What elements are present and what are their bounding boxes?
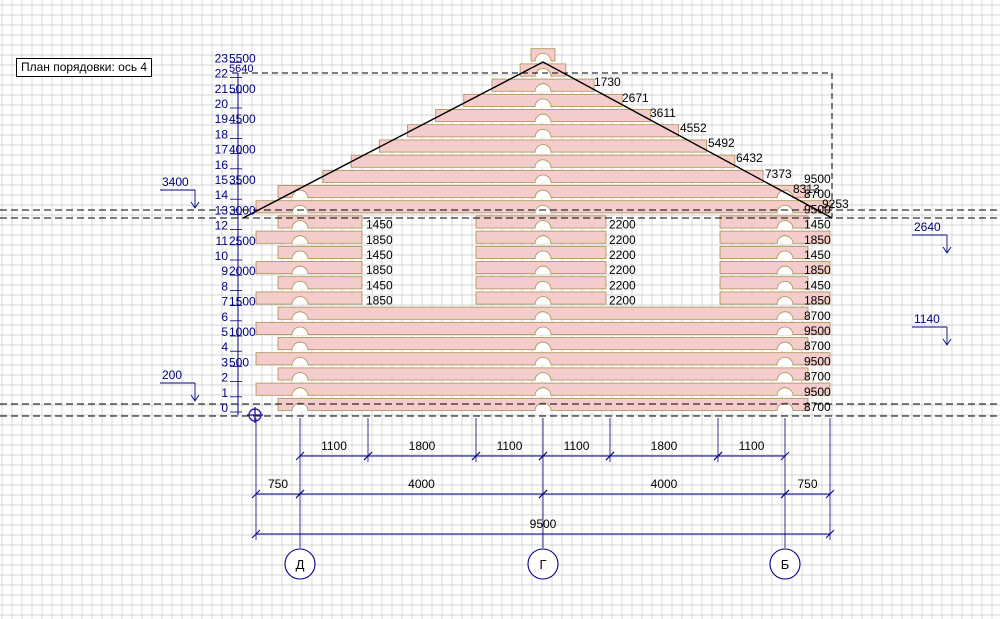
drawing-title: План порядовки: ось 4 [16, 58, 153, 77]
middle-length-label: 2200 [609, 263, 636, 277]
level-1140-label: 1140 [914, 312, 940, 326]
dim-row2-label: 4000 [408, 477, 435, 491]
row-number: 6 [221, 310, 228, 324]
roof-length-label: 4552 [680, 121, 707, 135]
dim-row1-label: 1800 [409, 439, 436, 453]
roof-length-label: 7373 [765, 167, 792, 181]
height-mark: 3500 [229, 173, 256, 187]
window-length-label: 1850 [366, 294, 393, 308]
row-length-label: 1450 [804, 248, 831, 262]
dim-row2-label: 750 [797, 477, 817, 491]
row-length-label: 1450 [804, 278, 831, 292]
log-segment [255, 261, 363, 275]
row-number: 3 [221, 355, 228, 369]
row-number: 8 [221, 279, 228, 293]
window-length-label: 1450 [366, 248, 393, 262]
row-length-label: 8700 [804, 370, 831, 384]
log-segment [719, 245, 809, 259]
axis-label: Б [781, 557, 790, 572]
dim-row1-label: 1100 [497, 439, 523, 453]
window-length-label: 1450 [366, 278, 393, 292]
row-number: 0 [221, 401, 228, 415]
dim-row2-label: 4000 [651, 477, 678, 491]
row-number: 4 [221, 340, 228, 354]
middle-length-label: 2200 [609, 278, 636, 292]
row-number: 5 [221, 325, 228, 339]
dim-row1-label: 1100 [321, 439, 347, 453]
axis-label: Д [296, 557, 305, 572]
level-3400-label: 3400 [162, 175, 189, 189]
row-length-label: 9500 [804, 385, 831, 399]
row-number: 15 [215, 173, 229, 187]
row-length-label: 8700 [804, 339, 831, 353]
middle-length-label: 2200 [609, 248, 636, 262]
dim-row1-label: 1800 [651, 439, 678, 453]
log-segment [255, 230, 363, 244]
height-mark: 1000 [229, 325, 256, 339]
row-number: 17 [215, 143, 229, 157]
dim-row1-label: 1100 [564, 439, 590, 453]
level-2640-label: 2640 [914, 220, 941, 234]
height-mark: 2500 [229, 234, 256, 248]
row-number: 18 [215, 127, 229, 141]
drawing-canvas[interactable]: 0123456789101112131415161718192021222350… [0, 0, 1000, 619]
row-number: 14 [215, 188, 229, 202]
roof-length-label: 5492 [708, 136, 735, 150]
roof-length-label: 1730 [594, 75, 621, 89]
window-length-label: 1850 [366, 233, 393, 247]
row-length-label: 1850 [804, 263, 831, 277]
middle-length-label: 2200 [609, 233, 636, 247]
row-number: 21 [215, 82, 229, 96]
roof-length-label: 3611 [650, 106, 676, 120]
roof-length-label: 2671 [622, 91, 649, 105]
row-number: 12 [215, 219, 229, 233]
axis-label: Г [539, 557, 546, 572]
row-number: 10 [215, 249, 229, 263]
height-mark: 3000 [229, 203, 256, 217]
row-number: 23 [215, 51, 229, 65]
row-length-label: 1450 [804, 218, 831, 232]
middle-length-label: 2200 [609, 218, 636, 232]
row-length-label: 9500 [804, 202, 831, 216]
height-mark: 500 [229, 355, 249, 369]
row-length-label: 9500 [804, 172, 831, 186]
row-length-label: 8700 [804, 400, 831, 414]
middle-length-label: 2200 [609, 294, 636, 308]
row-length-label: 8700 [804, 309, 831, 323]
window-length-label: 1850 [366, 263, 393, 277]
row-number: 19 [215, 112, 229, 126]
row-number: 22 [215, 67, 229, 81]
log-segment [719, 276, 809, 290]
log-segment [277, 245, 363, 259]
height-mark: 2000 [229, 264, 256, 278]
log-segment [277, 276, 363, 290]
dim-row2-label: 750 [268, 477, 288, 491]
dim-row1-label: 1100 [739, 439, 765, 453]
window-length-label: 1450 [366, 218, 393, 232]
height-mark: 1500 [229, 295, 256, 309]
row-number: 2 [221, 371, 228, 385]
row-length-label: 1850 [804, 294, 831, 308]
row-length-label: 9500 [804, 354, 831, 368]
height-mark: 4000 [229, 143, 256, 157]
row-number: 13 [215, 203, 229, 217]
row-number: 7 [221, 295, 228, 309]
row-number: 16 [215, 158, 229, 172]
height-mark: 5000 [229, 82, 256, 96]
log-segment [255, 291, 363, 305]
top-height-mark: 5640 [229, 63, 253, 75]
row-length-label: 1850 [804, 233, 831, 247]
row-number: 20 [215, 97, 229, 111]
row-number: 11 [216, 234, 229, 248]
roof-length-label: 6432 [736, 151, 763, 165]
row-length-label: 8700 [804, 187, 831, 201]
cad-workspace[interactable]: 0 1 2 3 4 5 6 7 8 9 10 11 12 13 14 15 16 17 18 19 20 21 22 23 50… [0, 0, 1000, 619]
row-number: 1 [221, 386, 228, 400]
row-number: 9 [221, 264, 228, 278]
row-length-label: 9500 [804, 324, 831, 338]
level-200-label: 200 [162, 368, 182, 382]
height-mark: 4500 [229, 112, 256, 126]
